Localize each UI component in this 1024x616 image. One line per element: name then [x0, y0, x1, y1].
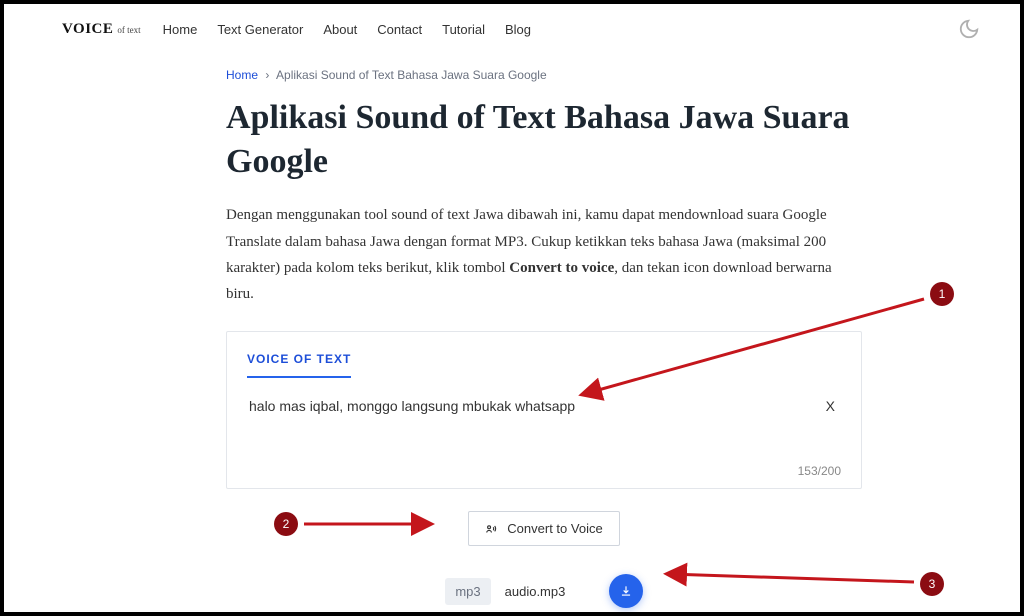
- download-icon: [619, 584, 633, 598]
- result-filename: audio.mp3: [505, 584, 595, 599]
- brand-sub: of text: [117, 25, 140, 35]
- annotation-3: 3: [929, 577, 936, 591]
- breadcrumb-home[interactable]: Home: [226, 68, 258, 82]
- nav-home[interactable]: Home: [163, 22, 198, 37]
- intro-paragraph: Dengan menggunakan tool sound of text Ja…: [226, 202, 846, 307]
- annotation-1: 1: [939, 287, 946, 301]
- intro-text-strong: Convert to voice: [509, 260, 614, 276]
- download-button[interactable]: [609, 574, 643, 608]
- nav-about[interactable]: About: [323, 22, 357, 37]
- convert-button-label: Convert to Voice: [507, 521, 602, 536]
- text-input[interactable]: [247, 397, 786, 415]
- card-tab-voice-of-text[interactable]: VOICE OF TEXT: [247, 352, 351, 378]
- nav-tutorial[interactable]: Tutorial: [442, 22, 485, 37]
- site-header: VOICE of text Home Text Generator About …: [62, 18, 980, 40]
- convert-to-voice-button[interactable]: Convert to Voice: [468, 511, 619, 546]
- moon-icon: [958, 18, 980, 40]
- text-input-card: VOICE OF TEXT X 153/200: [226, 331, 862, 489]
- page-title: Aplikasi Sound of Text Bahasa Jawa Suara…: [226, 96, 862, 184]
- nav-text-generator[interactable]: Text Generator: [217, 22, 303, 37]
- breadcrumb-sep: ›: [265, 68, 269, 82]
- voice-icon: [485, 522, 499, 536]
- brand-main: VOICE: [62, 21, 113, 38]
- char-counter: 153/200: [247, 464, 841, 478]
- nav-blog[interactable]: Blog: [505, 22, 531, 37]
- format-chip: mp3: [445, 578, 490, 605]
- breadcrumb-current: Aplikasi Sound of Text Bahasa Jawa Suara…: [276, 68, 547, 82]
- result-row: mp3 audio.mp3: [226, 574, 862, 608]
- theme-toggle[interactable]: [958, 18, 980, 40]
- breadcrumb: Home › Aplikasi Sound of Text Bahasa Jaw…: [226, 68, 862, 82]
- brand-logo[interactable]: VOICE of text: [62, 21, 141, 38]
- main-content: Home › Aplikasi Sound of Text Bahasa Jaw…: [226, 68, 862, 608]
- main-nav: Home Text Generator About Contact Tutori…: [163, 22, 531, 37]
- clear-input-button[interactable]: X: [820, 396, 841, 416]
- nav-contact[interactable]: Contact: [377, 22, 422, 37]
